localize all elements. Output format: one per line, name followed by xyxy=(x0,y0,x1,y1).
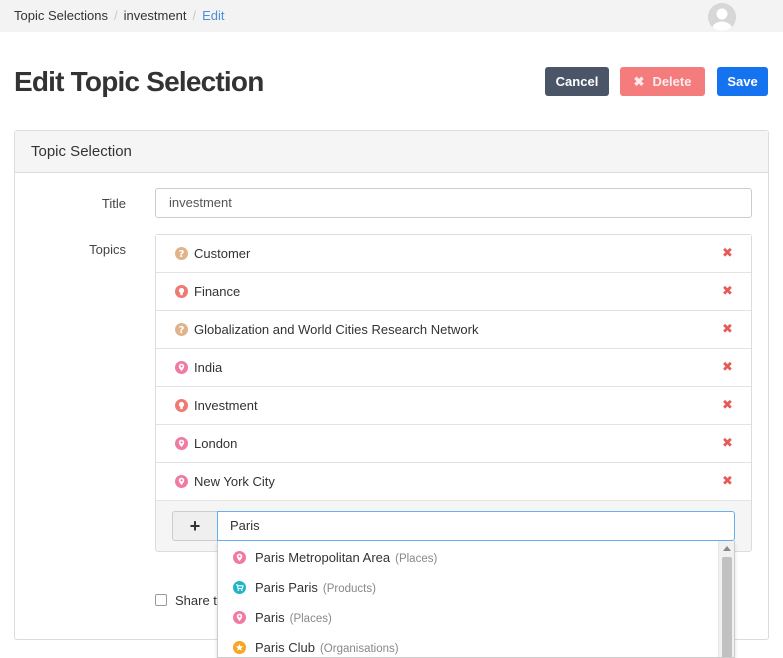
suggestion-item[interactable]: Paris Club (Organisations) xyxy=(218,632,718,657)
share-label: Share t xyxy=(175,593,217,608)
add-topic-button[interactable]: + xyxy=(172,511,218,541)
topic-row: ? Customer ✖ xyxy=(156,235,751,273)
topic-label: Finance xyxy=(194,284,241,299)
scrollbar-thumb[interactable] xyxy=(722,557,732,657)
topic-row: London ✖ xyxy=(156,425,751,463)
delete-button[interactable]: ✖ Delete xyxy=(620,67,705,96)
title-label: Title xyxy=(101,196,126,211)
place-pin-icon xyxy=(175,361,188,374)
topic-label: New York City xyxy=(194,474,275,489)
share-checkbox[interactable] xyxy=(155,594,167,606)
suggestions-dropdown: Paris Metropolitan Area (Places) Paris Pa… xyxy=(217,541,735,658)
suggestion-name: Paris Metropolitan Area xyxy=(255,550,391,565)
suggestion-type: (Places) xyxy=(289,613,332,625)
suggestion-item[interactable]: Paris (Places) xyxy=(218,602,718,632)
topic-row: Finance ✖ xyxy=(156,273,751,311)
topic-label: Globalization and World Cities Research … xyxy=(194,322,479,337)
panel-title: Topic Selection xyxy=(31,143,132,160)
idea-icon xyxy=(175,285,188,298)
breadcrumb-topic-selections[interactable]: Topic Selections xyxy=(14,8,108,23)
suggestion-name: Paris xyxy=(255,610,285,625)
save-button[interactable]: Save xyxy=(717,67,768,96)
delete-x-icon: ✖ xyxy=(633,73,645,89)
remove-topic-icon[interactable]: ✖ xyxy=(722,435,733,451)
topic-row: New York City ✖ xyxy=(156,463,751,501)
cancel-button[interactable]: Cancel xyxy=(545,67,609,96)
user-avatar-icon[interactable] xyxy=(708,3,736,31)
suggestion-name: Paris Paris xyxy=(255,580,318,595)
place-pin-icon xyxy=(233,551,246,564)
place-pin-icon xyxy=(175,475,188,488)
breadcrumb-investment[interactable]: investment xyxy=(124,8,187,23)
topic-row: Investment ✖ xyxy=(156,387,751,425)
place-pin-icon xyxy=(175,437,188,450)
title-input[interactable]: investment xyxy=(155,188,752,218)
breadcrumb: Topic Selections / investment / Edit xyxy=(14,8,224,23)
page-title: Edit Topic Selection xyxy=(14,66,264,97)
remove-topic-icon[interactable]: ✖ xyxy=(722,473,733,489)
suggestion-type: (Organisations) xyxy=(319,643,399,655)
question-icon: ? xyxy=(175,323,188,336)
topic-row: India ✖ xyxy=(156,349,751,387)
svg-text:?: ? xyxy=(179,325,185,336)
remove-topic-icon[interactable]: ✖ xyxy=(722,321,733,337)
topic-label: India xyxy=(194,360,223,375)
remove-topic-icon[interactable]: ✖ xyxy=(722,359,733,375)
suggestion-item[interactable]: Paris Metropolitan Area (Places) xyxy=(218,542,718,572)
remove-topic-icon[interactable]: ✖ xyxy=(722,283,733,299)
top-bar: Topic Selections / investment / Edit xyxy=(0,0,783,32)
star-icon xyxy=(233,641,246,654)
topic-label: Investment xyxy=(194,398,258,413)
dropdown-scrollbar[interactable] xyxy=(718,541,734,657)
topic-search-input[interactable]: Paris xyxy=(217,511,735,541)
scroll-up-arrow-icon[interactable] xyxy=(723,546,731,551)
remove-topic-icon[interactable]: ✖ xyxy=(722,397,733,413)
breadcrumb-separator: / xyxy=(192,8,197,23)
topics-list: ? Customer ✖ Finance ✖ ? Globalization a… xyxy=(155,234,752,552)
cart-icon xyxy=(233,581,246,594)
delete-button-label: Delete xyxy=(652,74,692,89)
suggestion-type: (Products) xyxy=(322,583,376,595)
suggestion-type: (Places) xyxy=(395,553,438,565)
topic-label: Customer xyxy=(194,246,251,261)
place-pin-icon xyxy=(233,611,246,624)
panel-header: Topic Selection xyxy=(15,131,768,173)
suggestion-item[interactable]: Paris Paris (Products) xyxy=(218,572,718,602)
idea-icon xyxy=(175,399,188,412)
svg-text:?: ? xyxy=(179,249,185,260)
breadcrumb-edit: Edit xyxy=(202,8,225,23)
breadcrumb-separator: / xyxy=(113,8,118,23)
remove-topic-icon[interactable]: ✖ xyxy=(722,245,733,261)
suggestion-name: Paris Club xyxy=(255,640,315,655)
topic-row: ? Globalization and World Cities Researc… xyxy=(156,311,751,349)
topic-label: London xyxy=(194,436,238,451)
question-icon: ? xyxy=(175,247,188,260)
topics-label: Topics xyxy=(89,242,126,257)
